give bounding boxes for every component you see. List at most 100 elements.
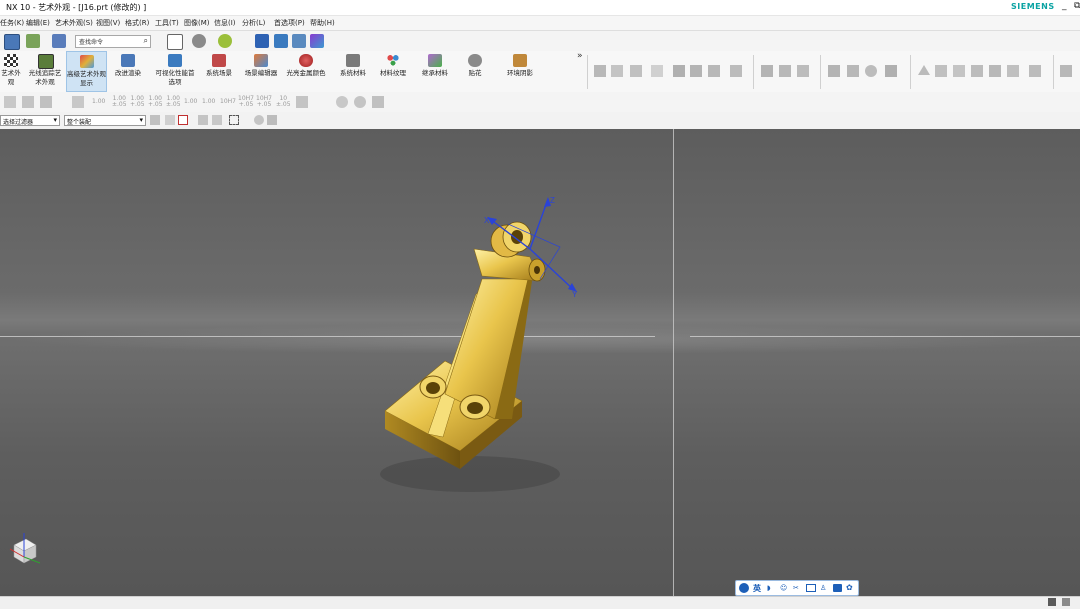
decimal-button[interactable]: 1.00 xyxy=(202,99,215,105)
tolerance-button[interactable]: 1.00 ±.05 xyxy=(112,96,127,108)
measure-distance-icon[interactable] xyxy=(708,65,720,77)
view-cube-icon[interactable] xyxy=(267,115,277,125)
status-flag-icon[interactable] xyxy=(1048,598,1056,606)
properties-icon[interactable] xyxy=(52,34,66,48)
pattern-icon[interactable] xyxy=(40,96,52,108)
frame-icon[interactable] xyxy=(935,65,947,77)
magnifier-icon[interactable]: ⌕ xyxy=(144,36,148,46)
fit-button[interactable]: 10H7 xyxy=(220,99,236,105)
status-window-icon[interactable] xyxy=(1062,598,1070,606)
shirt-icon[interactable] xyxy=(833,584,842,592)
moon-icon[interactable]: ◗ xyxy=(767,584,771,592)
ribbon-raytrace[interactable]: 光线追踪艺术外观 xyxy=(26,51,64,92)
user-icon[interactable] xyxy=(739,583,749,593)
dimension-icon[interactable] xyxy=(730,65,742,77)
ime-toolbar[interactable]: 英 ◗ ☺ ✂ ♙ ✿ xyxy=(735,580,859,596)
menu-edit[interactable]: 编辑(E) xyxy=(26,18,50,28)
decimal-button[interactable]: 1.00 xyxy=(184,99,197,105)
axis-icon[interactable] xyxy=(797,65,809,77)
menu-image[interactable]: 图像(M) xyxy=(184,18,210,28)
grid-icon[interactable] xyxy=(651,65,663,77)
select-feature-icon[interactable] xyxy=(198,115,208,125)
menu-format[interactable]: 格式(R) xyxy=(125,18,149,28)
image-icon[interactable] xyxy=(26,34,40,48)
feature-icon[interactable] xyxy=(761,65,773,77)
render-style-icon[interactable] xyxy=(192,34,206,48)
person-icon[interactable]: ♙ xyxy=(820,584,826,592)
keyboard-icon[interactable] xyxy=(806,584,816,592)
ribbon-ambient-shadow[interactable]: 环境阴影 xyxy=(500,51,540,92)
triangle-icon[interactable] xyxy=(918,65,930,75)
ribbon-decal[interactable]: 贴花 xyxy=(460,51,490,92)
box-icon[interactable] xyxy=(611,65,623,77)
diameter-icon[interactable] xyxy=(336,96,348,108)
save-icon[interactable] xyxy=(4,34,20,50)
edit-icon[interactable] xyxy=(1007,65,1019,77)
picture-icon[interactable] xyxy=(989,65,1001,77)
mic-icon[interactable]: ✂ xyxy=(793,584,799,592)
ribbon-overflow-button[interactable]: » xyxy=(577,51,583,61)
fit-button[interactable]: 10H7 +.05 xyxy=(256,96,272,108)
gear-icon[interactable]: ✿ xyxy=(846,583,853,592)
ribbon-system-scene[interactable]: 系统场景 xyxy=(200,51,238,92)
arrow-icon[interactable] xyxy=(372,96,384,108)
network-icon[interactable] xyxy=(971,65,983,77)
menu-task[interactable]: 任务(K) xyxy=(0,18,24,28)
table-icon[interactable] xyxy=(953,65,965,77)
ribbon-scene-editor[interactable]: 场景编辑器 xyxy=(240,51,282,92)
menu-view[interactable]: 视图(V) xyxy=(96,18,120,28)
tolerance-icon[interactable] xyxy=(1029,65,1041,77)
circle-icon[interactable] xyxy=(865,65,877,77)
tolerance-button[interactable]: 1.00 ±.05 xyxy=(166,96,181,108)
snap-icon[interactable] xyxy=(594,65,606,77)
snap-point-icon[interactable] xyxy=(165,115,175,125)
view-grid-icon[interactable] xyxy=(167,34,183,50)
layer-icon[interactable] xyxy=(255,34,269,48)
ribbon-shiny-metal-color[interactable]: 光亮金属颜色 xyxy=(286,51,326,92)
menu-analysis[interactable]: 分析(L) xyxy=(242,18,265,28)
decimal-button[interactable]: 1.00 xyxy=(92,99,105,105)
camera-icon[interactable] xyxy=(274,34,288,48)
view-orient-icon[interactable] xyxy=(254,115,264,125)
menu-preferences[interactable]: 首选项(P) xyxy=(274,18,305,28)
graphics-viewport[interactable]: Z Y X xyxy=(0,129,1080,596)
ribbon-system-material[interactable]: 系统材料 xyxy=(336,51,370,92)
ribbon-inherit-material[interactable]: 继承材料 xyxy=(418,51,452,92)
layers-icon[interactable] xyxy=(630,65,642,77)
cylinder-icon[interactable] xyxy=(828,65,840,77)
pen-icon[interactable] xyxy=(296,96,308,108)
ribbon-material-texture[interactable]: 材料纹理 xyxy=(376,51,410,92)
bracket-model[interactable]: Z Y X xyxy=(0,129,1080,596)
cut-icon[interactable] xyxy=(885,65,897,77)
menu-artistic-appearance[interactable]: 艺术外观(S) xyxy=(55,18,93,28)
restore-button[interactable]: ⧉ xyxy=(1074,1,1080,11)
copy-icon[interactable] xyxy=(72,96,84,108)
assembly-scope-dropdown[interactable]: 整个装配 ▾ xyxy=(64,115,146,126)
emoji-icon[interactable]: ☺ xyxy=(780,584,787,592)
pen-icon[interactable] xyxy=(847,65,859,77)
snapshot-icon[interactable] xyxy=(292,34,306,48)
tolerance-button[interactable]: 1.00 +.05 xyxy=(148,96,163,108)
rotate-icon[interactable] xyxy=(779,65,791,77)
minimize-button[interactable]: _ xyxy=(1062,1,1067,11)
menu-info[interactable]: 信息(I) xyxy=(214,18,236,28)
measure-angle-icon[interactable] xyxy=(690,65,702,77)
constraint-icon[interactable] xyxy=(22,96,34,108)
select-face-icon[interactable] xyxy=(212,115,222,125)
sketch-icon[interactable] xyxy=(4,96,16,108)
ribbon-advanced-display[interactable]: 高级艺术外观显示 xyxy=(66,51,107,92)
filter-settings-icon[interactable] xyxy=(150,115,160,125)
fit-button[interactable]: 10H7 +.05 xyxy=(238,96,254,108)
menu-help[interactable]: 帮助(H) xyxy=(310,18,335,28)
sphere-icon[interactable] xyxy=(218,34,232,48)
select-region-icon[interactable] xyxy=(178,115,188,125)
box-select-icon[interactable] xyxy=(229,115,239,125)
ribbon-performance-prefs[interactable]: 可视化性能首选项 xyxy=(155,51,195,92)
selection-filter-dropdown[interactable]: 选择过滤器 ▾ xyxy=(0,115,60,126)
ribbon-improve-render[interactable]: 改进渲染 xyxy=(110,51,146,92)
brush-icon[interactable] xyxy=(310,34,324,48)
more-icon[interactable] xyxy=(1060,65,1072,77)
no-symbol-icon[interactable] xyxy=(354,96,366,108)
fit-button[interactable]: 10 ±.05 xyxy=(276,96,291,108)
command-search-input[interactable]: 查找命令 ⌕ xyxy=(75,35,151,48)
